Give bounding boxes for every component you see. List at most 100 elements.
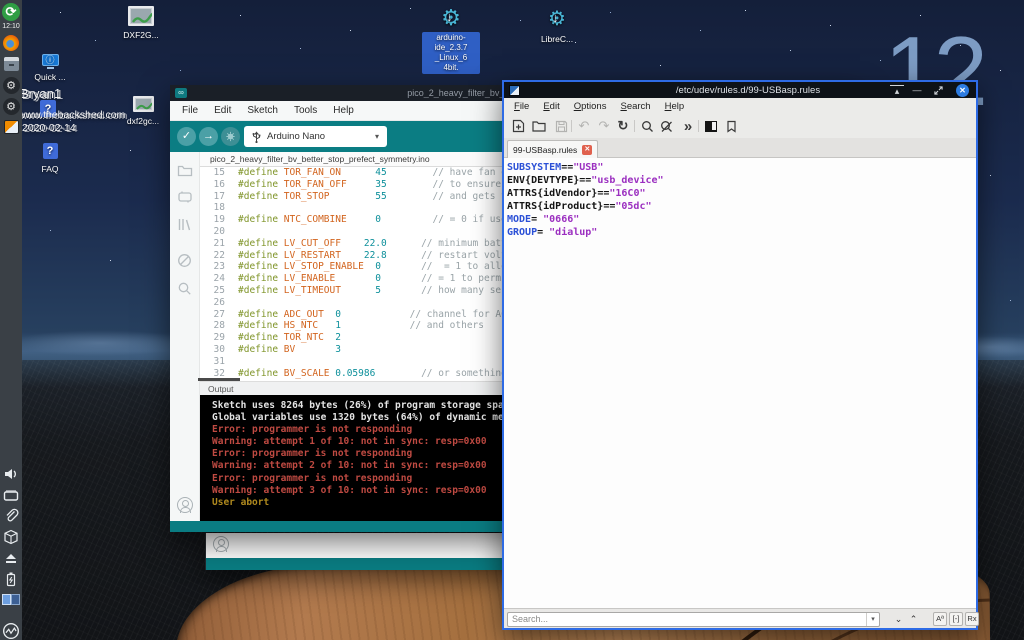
token-name: LV_ENABLE [284,273,335,284]
token-plain: ATTRS{idVendor} [507,188,597,199]
token-kw: #define [238,332,284,343]
token-num: 45 [375,167,386,178]
chevron-down-icon[interactable]: ▾ [866,613,879,626]
desktop-icon-librecad[interactable]: ⚙↓ LibreC... [528,8,586,44]
desktop-icon-quick-start[interactable]: ⓘ Quick ... [26,54,74,82]
menu-item-edit[interactable]: Edit [206,105,239,116]
icon-label-line: arduino- [424,33,478,43]
panel-clock[interactable]: 12:10 [2,23,20,31]
desktop-icon-arduino-ide[interactable]: ⚙↓ arduino-ide_2.3.7_Linux_64bit. [422,6,480,74]
icon-label-selected: arduino-ide_2.3.7_Linux_64bit. [422,32,480,74]
system-monitor-icon[interactable] [2,622,20,640]
account-icon[interactable] [177,497,193,513]
menu-bar: FileEditOptionsSearchHelp [504,98,976,114]
menu-item-help[interactable]: Help [658,101,692,112]
boards-manager-icon[interactable] [176,188,194,206]
find-previous-button[interactable]: ⌃ [907,612,920,626]
file-tab[interactable]: 99-USBasp.rules ✕ [507,140,598,158]
desktop-icon-faq[interactable]: ? FAQ [28,143,72,174]
text-editor-area[interactable]: SUBSYSTEM=="USB"ENV{DEVTYPE}=="usb_devic… [504,158,976,608]
menu-item-sketch[interactable]: Sketch [239,105,286,116]
token-sp [387,167,433,178]
token-kw: #define [238,261,284,272]
debug-panel-icon[interactable] [176,251,194,269]
maximize-button[interactable] [931,83,945,97]
search-bar: Search... ▾ ⌄ ⌃ Aª [-] Rx [504,608,976,628]
gear-icon[interactable]: ⚙ [2,97,20,115]
editor-line: SUBSYSTEM=="USB" [507,161,976,174]
menu-item-tools[interactable]: Tools [286,105,325,116]
wallpaper-cloud [10,330,190,356]
undo-icon[interactable]: ↶ [576,118,592,134]
bookmark-icon[interactable] [723,118,739,134]
search-icon[interactable] [639,118,655,134]
token-name: BV [284,344,295,355]
find-next-button[interactable]: ⌄ [892,612,905,626]
token-sp [387,191,433,202]
line-number: 26 [200,297,238,309]
sketchbook-folder-icon[interactable] [176,161,194,179]
whole-word-toggle[interactable]: [-] [949,612,963,626]
match-case-toggle[interactable]: Aª [933,612,947,626]
tab-label: 99-USBasp.rules [513,145,577,155]
notes-icon[interactable] [2,118,20,136]
reload-icon[interactable]: ↻ [615,118,631,134]
board-selector[interactable]: Arduino Nano ▾ [244,126,387,147]
menu-item-options[interactable]: Options [567,101,614,112]
gear-icon[interactable]: ⚙ [2,76,20,94]
archive-icon[interactable] [2,55,20,73]
close-button[interactable]: ✕ [956,84,969,97]
token-name: TOR_NTC [284,332,324,343]
token-kw: #define [238,320,284,331]
open-file-icon[interactable] [531,118,547,134]
title-bar[interactable]: /etc/udev/rules.d/99-USBasp.rules ▴ — ✕ [504,82,976,98]
account-icon[interactable] [213,536,229,552]
token-key: SUBSYSTEM [507,162,561,173]
search-icon[interactable] [176,279,194,297]
desktop-icon-dxf2g[interactable]: DXF2G... [110,6,172,40]
jump-icon[interactable]: » [680,118,696,134]
debug-button[interactable] [221,127,240,146]
firefox-icon[interactable] [2,34,20,52]
token-sp [341,250,364,261]
menu-item-search[interactable]: Search [613,101,657,112]
menu-item-file[interactable]: File [507,101,536,112]
token-str: "05dc" [615,201,651,212]
token-op: == [597,188,609,199]
minimize-button[interactable]: — [910,83,924,97]
token-op: == [561,162,573,173]
volume-icon[interactable] [2,465,20,483]
menu-item-help[interactable]: Help [325,105,362,116]
eject-icon[interactable] [2,549,20,567]
editor-line: MODE= "0666" [507,213,976,226]
paperclip-icon[interactable] [2,507,20,525]
search-input[interactable]: Search... ▾ [507,612,880,627]
side-pane-icon[interactable] [703,118,719,134]
keyboard-icon[interactable] [2,486,20,504]
package-icon[interactable] [2,528,20,546]
redo-icon[interactable]: ↷ [596,118,612,134]
tab-close-icon[interactable]: ✕ [582,145,592,155]
menu-item-edit[interactable]: Edit [536,101,566,112]
desktop-label-date: 2020-02-14 [22,122,76,134]
battery-icon[interactable] [2,570,20,588]
desktop-icon-dxf2gc[interactable]: dxf2gc... [112,96,174,126]
token-name: BV_SCALE [284,368,330,379]
update-manager-icon[interactable]: ⟳ [2,3,20,21]
token-num: 22.8 [364,250,387,261]
shade-button[interactable]: ▴ [890,85,904,95]
featherpad-window[interactable]: /etc/udev/rules.d/99-USBasp.rules ▴ — ✕ … [502,80,978,630]
new-document-icon[interactable] [510,118,526,134]
regex-toggle[interactable]: Rx [965,612,979,626]
verify-button[interactable]: ✓ [177,127,196,146]
end-search-icon[interactable] [659,118,675,134]
workspace-pager[interactable] [2,594,20,605]
token-num: 3 [335,344,341,355]
editor-line: ATTRS{idProduct}=="05dc" [507,200,976,213]
save-icon[interactable] [553,118,569,134]
sketch-tab[interactable]: pico_2_heavy_filter_bv_better_stop_prefe… [210,152,430,167]
menu-item-file[interactable]: File [174,105,206,116]
upload-button[interactable]: → [199,127,218,146]
library-manager-icon[interactable] [176,215,194,233]
token-kw: #define [238,214,284,225]
